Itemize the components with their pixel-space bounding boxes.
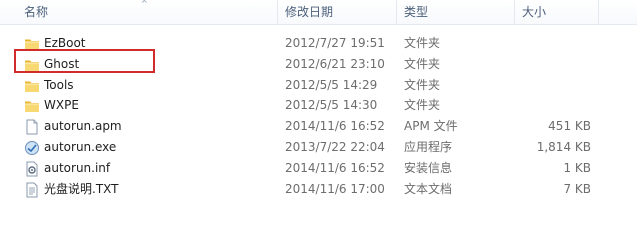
column-divider[interactable] — [277, 0, 278, 24]
settings-file-icon — [24, 161, 40, 177]
file-type: APM 文件 — [404, 119, 458, 134]
file-name: 光盘说明.TXT — [44, 181, 119, 196]
file-row[interactable]: 光盘说明.TXT 2014/11/6 17:00 文本文档 7 KB — [0, 179, 637, 200]
file-name: WXPE — [44, 98, 79, 113]
file-type: 文本文档 — [404, 181, 453, 196]
column-divider[interactable] — [396, 0, 397, 24]
file-date-modified: 2012/5/5 14:30 — [285, 98, 378, 113]
file-size: 1 KB — [563, 160, 591, 175]
column-header-size[interactable]: 大小 — [522, 0, 546, 24]
file-icon — [24, 119, 40, 135]
column-header-type[interactable]: 类型 — [404, 0, 428, 24]
column-header-date[interactable]: 修改日期 — [285, 0, 333, 24]
highlight-annotation-box — [14, 49, 155, 73]
file-row[interactable]: autorun.exe 2013/7/22 22:04 应用程序 1,814 KB — [0, 137, 637, 158]
file-name: autorun.apm — [44, 119, 122, 134]
file-date-modified: 2014/11/6 17:00 — [285, 181, 385, 196]
file-date-modified: 2014/11/6 16:52 — [285, 160, 385, 175]
file-name: Tools — [44, 77, 74, 92]
file-date-modified: 2014/11/6 16:52 — [285, 119, 385, 134]
file-date-modified: 2012/5/5 14:29 — [285, 77, 378, 92]
exe-icon — [24, 140, 40, 156]
file-date-modified: 2013/7/22 22:04 — [285, 139, 385, 154]
file-row[interactable]: WXPE 2012/5/5 14:30 文件夹 — [0, 95, 637, 116]
file-row[interactable]: autorun.inf 2014/11/6 16:52 安装信息 1 KB — [0, 158, 637, 179]
file-size: 7 KB — [563, 181, 591, 196]
file-size: 1,814 KB — [536, 139, 591, 154]
column-header-name[interactable]: 名称 — [24, 0, 48, 24]
file-date-modified: 2012/7/27 19:51 — [285, 36, 385, 50]
file-row[interactable]: autorun.apm 2014/11/6 16:52 APM 文件 451 KB — [0, 116, 637, 137]
file-name: autorun.inf — [44, 160, 111, 175]
file-size: 451 KB — [548, 119, 591, 134]
column-divider[interactable] — [514, 0, 515, 24]
column-header-bar: 名称 ^ 修改日期 类型 大小 — [0, 0, 637, 25]
column-divider[interactable] — [598, 0, 599, 24]
sort-ascending-icon: ^ — [141, 0, 148, 8]
file-row[interactable]: Tools 2012/5/5 14:29 文件夹 — [0, 75, 637, 96]
file-type: 文件夹 — [404, 56, 441, 71]
file-type: 文件夹 — [404, 36, 441, 50]
file-type: 文件夹 — [404, 98, 441, 113]
folder-icon — [24, 78, 40, 94]
file-name: autorun.exe — [44, 139, 117, 154]
file-type: 文件夹 — [404, 77, 441, 92]
file-type: 安装信息 — [404, 160, 453, 175]
file-date-modified: 2012/6/21 23:10 — [285, 56, 385, 71]
file-type: 应用程序 — [404, 139, 453, 154]
text-file-icon — [24, 182, 40, 198]
folder-icon — [24, 98, 40, 114]
